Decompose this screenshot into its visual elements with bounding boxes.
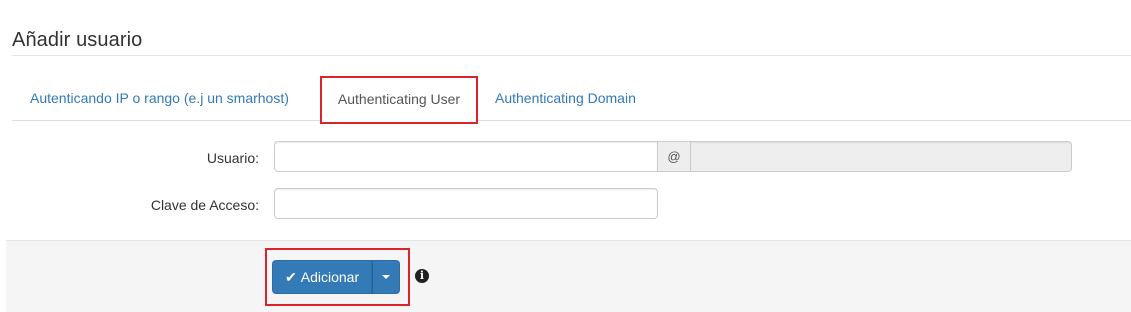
tab-authenticating-user[interactable]: Authenticating User [320, 76, 478, 121]
submit-button-group: ✔ Adicionar [272, 260, 401, 294]
domain-input[interactable] [690, 141, 1072, 172]
user-input[interactable] [274, 141, 658, 172]
tab-authenticating-domain[interactable]: Authenticating Domain [480, 76, 651, 120]
password-label: Clave de Acceso: [150, 197, 259, 213]
check-icon: ✔ [285, 269, 297, 285]
add-dropdown-toggle[interactable] [372, 260, 401, 294]
add-button-label: Adicionar [300, 269, 360, 285]
add-button[interactable]: ✔ Adicionar [272, 260, 373, 294]
at-addon: @ [657, 141, 691, 172]
form-footer [6, 240, 1131, 312]
user-label: Usuario: [206, 150, 259, 166]
info-icon[interactable]: i [415, 269, 429, 283]
title-divider [12, 55, 1131, 56]
tab-ip-range[interactable]: Autenticando IP o rango (e.j un smarhost… [15, 76, 304, 120]
add-user-page: Añadir usuario Autenticando IP o rango (… [0, 0, 1131, 312]
page-title: Añadir usuario [12, 29, 143, 51]
caret-down-icon [382, 275, 391, 279]
password-input[interactable] [274, 188, 658, 219]
tab-bar: Autenticando IP o rango (e.j un smarhost… [12, 76, 1131, 121]
